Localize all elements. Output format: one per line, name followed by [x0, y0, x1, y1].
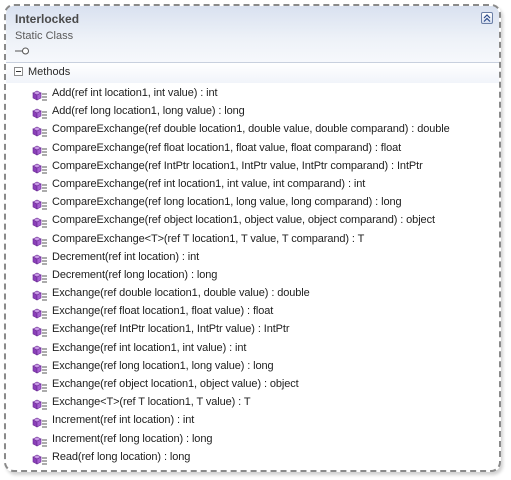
method-item[interactable]: Exchange(ref double location1, double va… — [6, 286, 499, 304]
lollipop-icon — [15, 47, 29, 55]
method-icon — [32, 289, 48, 301]
method-item[interactable]: CompareExchange(ref IntPtr location1, In… — [6, 159, 499, 177]
methods-list: Add(ref int location1, int value) : int A… — [6, 86, 499, 468]
method-signature: Add(ref int location1, int value) : int — [52, 87, 218, 99]
method-icon — [32, 271, 48, 283]
method-item[interactable]: CompareExchange(ref object location1, ob… — [6, 213, 499, 231]
method-icon — [32, 198, 48, 210]
method-signature: CompareExchange<T>(ref T location1, T va… — [52, 232, 365, 245]
method-item[interactable]: Increment(ref long location) : long — [6, 432, 499, 450]
method-icon — [32, 435, 48, 447]
method-signature: Increment(ref int location) : int — [52, 414, 195, 427]
methods-section-label: Methods — [28, 66, 71, 78]
method-signature: Exchange(ref float location1, float valu… — [52, 305, 274, 318]
method-item[interactable]: Exchange(ref float location1, float valu… — [6, 304, 499, 322]
method-icon — [32, 125, 48, 137]
method-item[interactable]: Exchange<T>(ref T location1, T value) : … — [6, 395, 499, 413]
method-item[interactable]: Exchange(ref long location1, long value)… — [6, 359, 499, 377]
method-icon — [32, 416, 48, 428]
method-signature: Add(ref long location1, long value) : lo… — [52, 105, 245, 118]
method-icon — [32, 235, 48, 247]
method-signature: Exchange<T>(ref T location1, T value) : … — [52, 396, 251, 409]
double-chevron-up-icon — [483, 14, 491, 22]
method-signature: Increment(ref long location) : long — [52, 432, 213, 445]
method-item[interactable]: CompareExchange(ref double location1, do… — [6, 122, 499, 140]
method-item[interactable]: Exchange(ref object location1, object va… — [6, 377, 499, 395]
method-icon — [32, 362, 48, 374]
method-icon — [32, 325, 48, 337]
method-signature: Exchange(ref double location1, double va… — [52, 287, 310, 300]
method-item[interactable]: Exchange(ref int location1, int value) :… — [6, 341, 499, 359]
method-signature: CompareExchange(ref int location1, int v… — [52, 177, 366, 190]
class-title: Interlocked — [15, 12, 80, 26]
method-icon — [32, 89, 48, 101]
method-signature: Exchange(ref object location1, object va… — [52, 378, 299, 390]
method-signature: CompareExchange(ref IntPtr location1, In… — [52, 159, 423, 172]
method-icon — [32, 398, 48, 410]
class-stereotype: Static Class — [15, 30, 74, 42]
method-signature: CompareExchange(ref double location1, do… — [52, 123, 450, 136]
method-signature: CompareExchange(ref object location1, ob… — [52, 214, 435, 227]
method-icon — [32, 180, 48, 192]
method-signature: Exchange(ref IntPtr location1, IntPtr va… — [52, 323, 290, 336]
method-signature: CompareExchange(ref long location1, long… — [52, 196, 402, 209]
method-signature: Decrement(ref int location) : int — [52, 250, 200, 263]
class-header[interactable]: Interlocked Static Class — [6, 6, 499, 63]
method-item[interactable]: CompareExchange(ref int location1, int v… — [6, 177, 499, 195]
collapse-button[interactable] — [481, 12, 493, 24]
method-item[interactable]: CompareExchange<T>(ref T location1, T va… — [6, 232, 499, 250]
method-item[interactable]: Add(ref long location1, long value) : lo… — [6, 104, 499, 122]
method-signature: Exchange(ref int location1, int value) :… — [52, 341, 247, 354]
method-item[interactable]: Decrement(ref int location) : int — [6, 250, 499, 268]
method-icon — [32, 144, 48, 156]
method-icon — [32, 253, 48, 265]
method-item[interactable]: Decrement(ref long location) : long — [6, 268, 499, 286]
class-shape-interlocked[interactable]: Interlocked Static Class Methods Add(ref… — [4, 4, 501, 472]
method-signature: CompareExchange(ref float location1, flo… — [52, 141, 402, 154]
method-item[interactable]: Read(ref long location) : long — [6, 450, 499, 468]
minus-toggle-icon[interactable] — [14, 67, 23, 76]
method-icon — [32, 380, 48, 392]
method-icon — [32, 216, 48, 228]
method-item[interactable]: CompareExchange(ref float location1, flo… — [6, 141, 499, 159]
method-icon — [32, 162, 48, 174]
method-icon — [32, 107, 48, 119]
method-signature: Decrement(ref long location) : long — [52, 268, 218, 281]
method-icon — [32, 344, 48, 356]
method-signature: Exchange(ref long location1, long value)… — [52, 359, 274, 372]
method-item[interactable]: Increment(ref int location) : int — [6, 413, 499, 431]
method-item[interactable]: Add(ref int location1, int value) : int — [6, 86, 499, 104]
method-item[interactable]: Exchange(ref IntPtr location1, IntPtr va… — [6, 322, 499, 340]
methods-section-header[interactable]: Methods — [6, 63, 499, 83]
method-icon — [32, 307, 48, 319]
method-item[interactable]: CompareExchange(ref long location1, long… — [6, 195, 499, 213]
method-signature: Read(ref long location) : long — [52, 450, 191, 463]
method-icon — [32, 453, 48, 465]
